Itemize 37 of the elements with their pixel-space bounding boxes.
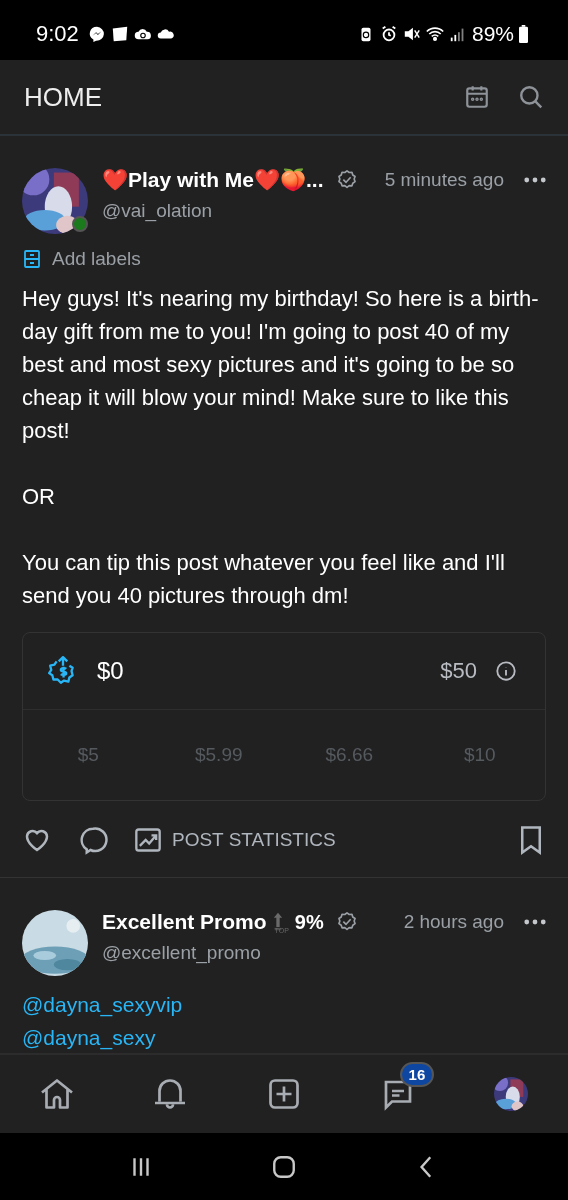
mention-link[interactable]: @dayna_sexy bbox=[22, 1021, 546, 1053]
post-text: OR bbox=[22, 483, 56, 511]
label-icon bbox=[22, 249, 42, 269]
add-labels-link[interactable]: Add labels bbox=[52, 248, 141, 270]
tip-goal-amount: $50 bbox=[440, 658, 477, 684]
more-icon[interactable] bbox=[524, 919, 546, 925]
battery-percent: 89% bbox=[471, 22, 514, 46]
more-icon[interactable] bbox=[524, 177, 546, 183]
post-time: 2 hours ago bbox=[403, 911, 504, 933]
post-statistics-button[interactable]: POST STATISTICS bbox=[134, 826, 336, 854]
messenger-icon bbox=[87, 25, 106, 43]
author-name[interactable]: Excellent Promo bbox=[102, 910, 267, 934]
comment-icon[interactable] bbox=[78, 825, 108, 855]
mute-icon bbox=[402, 25, 421, 43]
notification-badge: 16 bbox=[399, 1062, 435, 1087]
username[interactable]: @vai_olation bbox=[102, 200, 546, 222]
username[interactable]: @excellent_promo bbox=[102, 942, 546, 964]
home-button-icon[interactable] bbox=[271, 1153, 297, 1180]
post-time: 5 minutes ago bbox=[384, 169, 504, 191]
page-title: HOME bbox=[24, 81, 103, 113]
rank-percent: 9% bbox=[294, 910, 324, 934]
chart-icon bbox=[134, 826, 162, 854]
info-icon[interactable] bbox=[495, 660, 517, 682]
add-post-icon[interactable] bbox=[266, 1076, 302, 1112]
calendar-icon[interactable] bbox=[464, 84, 490, 110]
profile-avatar[interactable] bbox=[494, 1077, 529, 1111]
mention-link[interactable]: @dayna_sexyvip bbox=[22, 988, 546, 1021]
post-text: You can tip this post whatever you feel like and I'll send you 40 pictures through dm! bbox=[22, 549, 506, 610]
app-logo-icon bbox=[110, 25, 129, 43]
author-name[interactable]: ❤Play with Me❤🍑... bbox=[102, 168, 324, 192]
search-icon[interactable] bbox=[518, 84, 544, 110]
battery-icon bbox=[519, 25, 528, 43]
home-icon[interactable] bbox=[38, 1076, 75, 1112]
post-text: Hey guys! It's nearing my birthday! So here is a birth-day gift from me to you! I'm going to post 40 of my best and most sexy pictures and it's going to be so cheap it will blow your mind! Make sure to like this post! bbox=[22, 285, 540, 445]
wifi-icon bbox=[425, 25, 444, 43]
tip-raised-amount: $0 bbox=[97, 657, 124, 685]
status-time: 9:02 bbox=[36, 21, 79, 47]
